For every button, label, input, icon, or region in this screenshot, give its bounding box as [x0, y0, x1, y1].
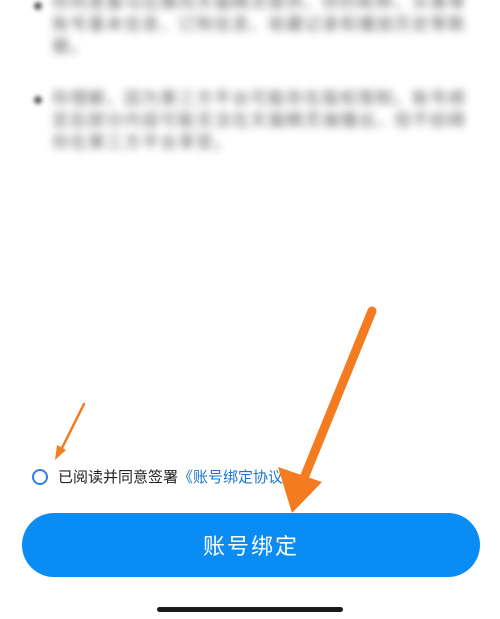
blurred-paragraph-2: 你理解，因为第三方平台可能存在版权限制，账号绑定后部分内容可能无法在天猫精灵端播… — [30, 88, 470, 154]
paragraph-1-text: 你同意基马拉雅向天猫精灵提供、你的昵称、头像等账号基本信息、订购信息、收藏记录和… — [52, 0, 466, 57]
home-indicator — [157, 607, 343, 612]
agree-radio[interactable] — [32, 468, 48, 485]
blurred-paragraph-1: 你同意基马拉雅向天猫精灵提供、你的昵称、头像等账号基本信息、订购信息、收藏记录和… — [30, 0, 470, 58]
paragraph-2-text: 你理解，因为第三方平台可能存在版权限制，账号绑定后部分内容可能无法在天猫精灵端播… — [52, 89, 466, 153]
bind-account-button[interactable]: 账号绑定 — [22, 513, 480, 577]
agreement-link[interactable]: 《账号绑定协议》 — [178, 466, 298, 487]
agreement-prefix: 已阅读并同意签署 — [58, 468, 179, 486]
small-arrow — [55, 402, 86, 460]
agreement-row: 已阅读并同意签署 《账号绑定协议》 — [32, 466, 298, 487]
page: 你同意基马拉雅向天猫精灵提供、你的昵称、头像等账号基本信息、订购信息、收藏记录和… — [0, 0, 500, 619]
